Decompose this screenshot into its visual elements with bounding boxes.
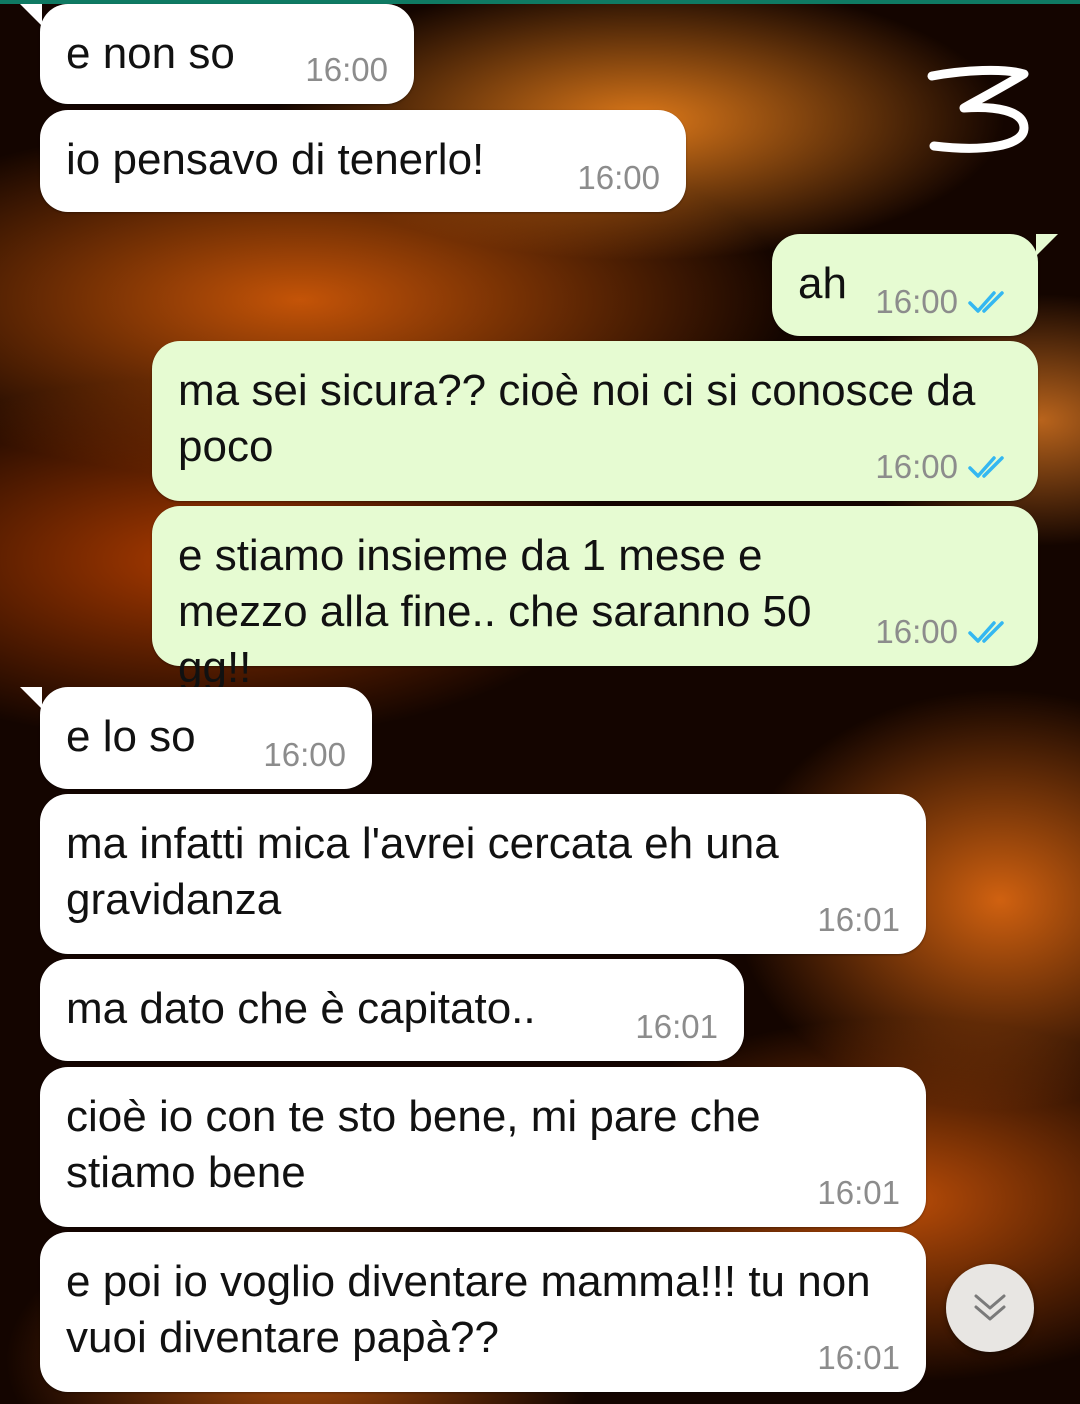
message-time: 16:00 xyxy=(875,613,958,650)
handwritten-number-annotation xyxy=(927,65,1029,153)
message-time: 16:01 xyxy=(817,901,900,938)
message-meta: 16:00 xyxy=(577,158,660,198)
message-time: 16:01 xyxy=(635,1008,718,1045)
message-bubble-incoming[interactable]: e non so 16:00 xyxy=(20,4,414,104)
message-bubble-incoming[interactable]: io pensavo di tenerlo! 16:00 xyxy=(40,110,686,212)
message-time: 16:00 xyxy=(875,283,958,320)
message-bubble-outgoing[interactable]: e stiamo insieme da 1 mese e mezzo alla … xyxy=(152,506,1038,692)
message-meta: 16:00 xyxy=(305,50,388,90)
message-bubble-outgoing[interactable]: ma sei sicura?? cioè noi ci si conosce d… xyxy=(152,341,1038,501)
message-meta: 16:01 xyxy=(817,900,900,940)
read-double-tick-icon xyxy=(968,456,1004,478)
message-text: ma infatti mica l'avrei cercata eh una g… xyxy=(66,819,779,924)
scroll-to-bottom-button[interactable] xyxy=(946,1264,1034,1352)
message-meta: 16:01 xyxy=(817,1338,900,1378)
read-double-tick-icon xyxy=(968,291,1004,313)
message-time: 16:01 xyxy=(817,1339,900,1376)
message-meta: 16:01 xyxy=(817,1173,900,1213)
message-meta: 16:00 xyxy=(875,447,1012,487)
message-meta: 16:00 xyxy=(875,612,1012,652)
message-text: cioè io con te sto bene, mi pare che sti… xyxy=(66,1092,761,1197)
message-text: e poi io voglio diventare mamma!!! tu no… xyxy=(66,1257,871,1362)
message-time: 16:01 xyxy=(817,1174,900,1211)
message-time: 16:00 xyxy=(305,51,388,88)
message-time: 16:00 xyxy=(875,448,958,485)
message-bubble-incoming[interactable]: e lo so 16:00 xyxy=(20,687,372,789)
message-meta: 16:00 xyxy=(263,735,346,775)
message-time: 16:00 xyxy=(263,736,346,773)
message-text: ma dato che è capitato.. xyxy=(66,984,536,1033)
read-double-tick-icon xyxy=(968,621,1004,643)
message-bubble-outgoing[interactable]: ah 16:00 xyxy=(772,234,1058,336)
message-meta: 16:00 xyxy=(875,282,1012,322)
message-bubble-incoming[interactable]: e poi io voglio diventare mamma!!! tu no… xyxy=(40,1232,926,1392)
double-chevron-down-icon xyxy=(974,1294,1006,1321)
message-bubble-incoming[interactable]: cioè io con te sto bene, mi pare che sti… xyxy=(40,1067,926,1227)
message-text: io pensavo di tenerlo! xyxy=(66,135,485,184)
message-time: 16:00 xyxy=(577,159,660,196)
message-meta: 16:01 xyxy=(635,1007,718,1047)
message-bubble-incoming[interactable]: ma infatti mica l'avrei cercata eh una g… xyxy=(40,794,926,954)
message-bubble-incoming[interactable]: ma dato che è capitato.. 16:01 xyxy=(40,959,744,1061)
